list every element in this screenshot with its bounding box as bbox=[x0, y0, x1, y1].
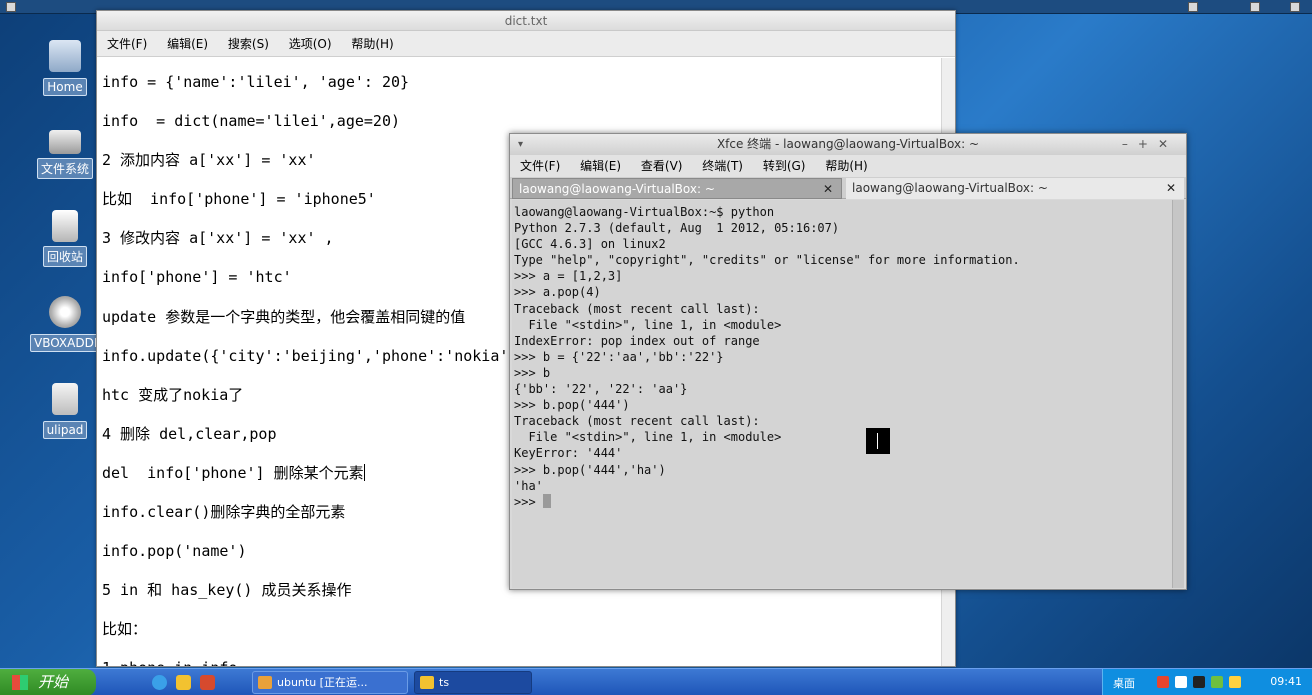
terminal-menu-help[interactable]: 帮助(H) bbox=[825, 159, 867, 173]
terminal-titlebar[interactable]: ▾ Xfce 终端 - laowang@laowang-VirtualBox: … bbox=[510, 134, 1186, 155]
tray-app-icon[interactable] bbox=[1157, 676, 1169, 688]
terminal-line: IndexError: pop index out of range bbox=[514, 333, 760, 348]
editor-menu-options[interactable]: 选项(O) bbox=[289, 37, 332, 51]
desktop-icon-filesystem[interactable]: 文件系统 bbox=[30, 126, 100, 179]
network-icon[interactable] bbox=[1175, 676, 1187, 688]
tab-close-icon[interactable]: ✕ bbox=[823, 179, 833, 199]
drive-icon bbox=[49, 130, 81, 154]
terminal-line: File "<stdin>", line 1, in <module> bbox=[514, 317, 782, 332]
windows-flag-icon bbox=[12, 675, 28, 690]
terminal-menu-terminal[interactable]: 终端(T) bbox=[702, 159, 743, 173]
task-button-virtualbox[interactable]: ubuntu [正在运... bbox=[252, 671, 408, 694]
terminal-tabs: laowang@laowang-VirtualBox: ~ ✕ laowang@… bbox=[510, 177, 1186, 199]
cdrom-icon bbox=[49, 296, 81, 328]
volume-icon[interactable] bbox=[1193, 676, 1205, 688]
terminal-line: laowang@laowang-VirtualBox:~$ python bbox=[514, 205, 775, 219]
desktop-icon-vboxadditions[interactable]: VBOXADDI... bbox=[30, 296, 113, 352]
ie-browser-icon[interactable] bbox=[152, 675, 167, 690]
terminal-screen[interactable]: laowang@laowang-VirtualBox:~$ python Pyt… bbox=[512, 200, 1172, 588]
terminal-line: >>> a = [1,2,3] bbox=[514, 269, 623, 284]
folder-icon bbox=[420, 676, 434, 689]
terminal-line: >>> b.pop('444','ha') bbox=[514, 462, 666, 477]
window-menu-icon[interactable]: ▾ bbox=[518, 134, 523, 155]
desktop-icon-home[interactable]: Home bbox=[30, 40, 100, 96]
terminal-line: {'bb': '22', '22': 'aa'} bbox=[514, 382, 688, 397]
desktop-icon-label: Home bbox=[43, 78, 87, 96]
terminal-line: >>> b.pop('444') bbox=[514, 398, 630, 413]
terminal-line: Traceback (most recent call last): bbox=[514, 301, 760, 316]
system-tray: 桌面 09:41 bbox=[1102, 669, 1312, 695]
trash-icon bbox=[52, 210, 78, 242]
terminal-menu-view[interactable]: 查看(V) bbox=[641, 159, 683, 173]
editor-line-text: del info['phone'] 删除某个元素 bbox=[102, 463, 364, 482]
editor-line: info = dict(name='lilei',age=20) bbox=[102, 112, 401, 131]
window-controls[interactable]: –+✕ bbox=[1122, 134, 1178, 155]
folder-icon[interactable] bbox=[176, 675, 191, 690]
ibeam-cursor-icon bbox=[866, 428, 890, 454]
task-label: ubuntu [正在运... bbox=[277, 676, 368, 689]
terminal-tab-inactive[interactable]: laowang@laowang-VirtualBox: ~ ✕ bbox=[846, 178, 1184, 199]
desktop-icon-ulipad[interactable]: ulipad bbox=[30, 383, 100, 439]
taskbar: 开始 ubuntu [正在运... ts 桌面 09:41 bbox=[0, 668, 1312, 695]
editor-menu-edit[interactable]: 编辑(E) bbox=[167, 37, 208, 51]
tab-label: laowang@laowang-VirtualBox: ~ bbox=[852, 181, 1048, 195]
terminal-line: KeyError: '444' bbox=[514, 446, 623, 461]
task-label: ts bbox=[439, 676, 450, 689]
terminal-prompt-line: >>> bbox=[514, 493, 1172, 510]
terminal-window: ▾ Xfce 终端 - laowang@laowang-VirtualBox: … bbox=[509, 133, 1187, 590]
task-button-ts[interactable]: ts bbox=[414, 671, 532, 694]
shield-icon[interactable] bbox=[1229, 676, 1241, 688]
text-caret bbox=[363, 463, 365, 481]
terminal-line: Type "help", "copyright", "credits" or "… bbox=[514, 253, 1020, 268]
home-folder-icon bbox=[49, 40, 81, 72]
terminal-menu-goto[interactable]: 转到(G) bbox=[763, 159, 806, 173]
editor-line: info = {'name':'lilei', 'age': 20} bbox=[102, 73, 410, 91]
terminal-line: [GCC 4.6.3] on linux2 bbox=[514, 237, 666, 252]
media-icon[interactable] bbox=[200, 675, 215, 690]
desktop-icon-label: ulipad bbox=[42, 421, 88, 439]
terminal-cursor bbox=[542, 493, 551, 508]
security-icon[interactable] bbox=[1211, 676, 1223, 688]
ulipad-gear-icon bbox=[52, 383, 78, 415]
terminal-menu-edit[interactable]: 编辑(E) bbox=[580, 159, 621, 173]
editor-title: dict.txt bbox=[504, 14, 548, 28]
terminal-line: File "<stdin>", line 1, in <module> bbox=[514, 430, 782, 445]
editor-menu-search[interactable]: 搜索(S) bbox=[228, 37, 269, 51]
terminal-line: >>> b = {'22':'aa','bb':'22'} bbox=[514, 349, 724, 364]
terminal-line: Traceback (most recent call last): bbox=[514, 414, 760, 429]
terminal-scrollbar[interactable] bbox=[1172, 200, 1184, 588]
tab-label: laowang@laowang-VirtualBox: ~ bbox=[519, 182, 715, 196]
terminal-title: Xfce 终端 - laowang@laowang-VirtualBox: ~ bbox=[716, 137, 980, 151]
start-button[interactable]: 开始 bbox=[0, 669, 96, 695]
editor-menu-file[interactable]: 文件(F) bbox=[107, 37, 147, 51]
panel-window-icon[interactable] bbox=[6, 2, 16, 12]
terminal-menu-file[interactable]: 文件(F) bbox=[520, 159, 560, 173]
terminal-menubar: 文件(F) 编辑(E) 查看(V) 终端(T) 转到(G) 帮助(H) bbox=[510, 155, 1186, 177]
tab-close-icon[interactable]: ✕ bbox=[1166, 178, 1176, 198]
panel-close-icon[interactable] bbox=[1290, 2, 1300, 12]
desktop-icon-label: 回收站 bbox=[42, 246, 87, 267]
desktop-icon-trash[interactable]: 回收站 bbox=[30, 210, 100, 267]
desktop-icon-label: 文件系统 bbox=[36, 158, 93, 179]
virtualbox-icon bbox=[258, 676, 272, 689]
editor-menu-help[interactable]: 帮助(H) bbox=[351, 37, 393, 51]
editor-line: 1 phone in info bbox=[102, 644, 942, 666]
terminal-line: 'ha' bbox=[514, 478, 543, 493]
editor-titlebar[interactable]: dict.txt bbox=[97, 11, 955, 31]
start-label: 开始 bbox=[38, 673, 69, 691]
terminal-line: >>> b bbox=[514, 365, 551, 380]
terminal-line: Python 2.7.3 (default, Aug 1 2012, 05:16… bbox=[514, 221, 840, 236]
tray-desktop-label[interactable]: 桌面 bbox=[1113, 675, 1135, 691]
terminal-prompt: >>> bbox=[514, 494, 543, 509]
terminal-tab-active[interactable]: laowang@laowang-VirtualBox: ~ ✕ bbox=[512, 178, 842, 199]
panel-maximize-icon[interactable] bbox=[1250, 2, 1260, 12]
clock[interactable]: 09:41 bbox=[1270, 675, 1302, 688]
editor-line: 比如： bbox=[102, 620, 148, 639]
editor-menubar: 文件(F) 编辑(E) 搜索(S) 选项(O) 帮助(H) bbox=[97, 31, 955, 57]
panel-minimize-icon[interactable] bbox=[1188, 2, 1198, 12]
terminal-line: >>> a.pop(4) bbox=[514, 285, 601, 300]
